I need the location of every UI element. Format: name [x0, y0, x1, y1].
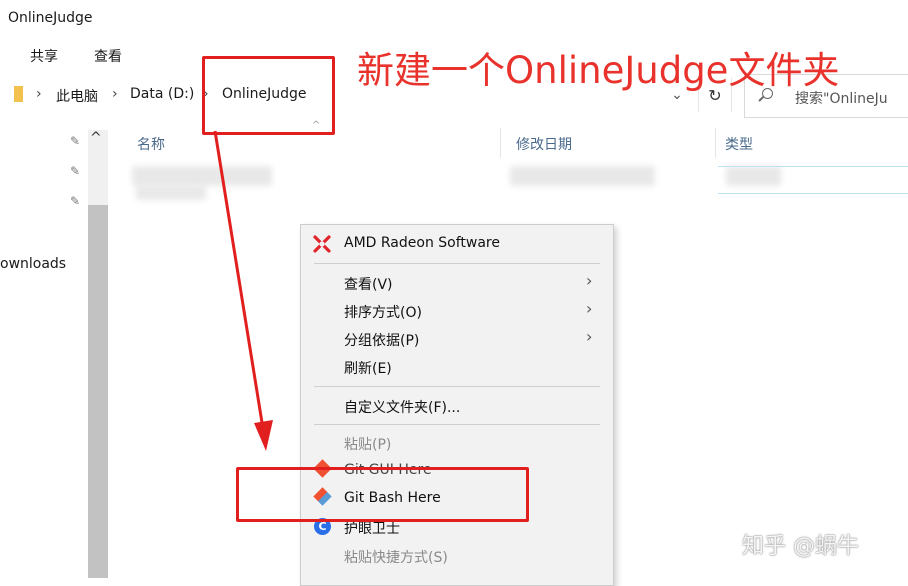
pin-icon[interactable]: ✎: [70, 134, 80, 148]
menu-item-paste: 粘贴(P): [344, 437, 392, 453]
pin-icon[interactable]: ✎: [70, 164, 80, 178]
ribbon-tab-view[interactable]: 查看: [94, 46, 122, 66]
menu-item-view[interactable]: 查看(V): [344, 274, 393, 294]
scroll-up-icon[interactable]: ^: [90, 130, 102, 146]
watermark: 知乎 @蜗牛: [742, 534, 859, 559]
breadcrumb-data-drive[interactable]: Data (D:): [130, 86, 194, 102]
file-name-blurred: [136, 186, 206, 200]
menu-item-amd-radeon[interactable]: AMD Radeon Software: [344, 235, 500, 251]
menu-item-paste-shortcut: 粘贴快捷方式(S): [344, 550, 448, 566]
file-type-blurred: [726, 166, 781, 186]
menu-item-sort-by[interactable]: 排序方式(O): [344, 302, 422, 322]
menu-separator: [314, 263, 600, 264]
column-header-date[interactable]: 修改日期: [516, 134, 572, 154]
breadcrumb-this-pc[interactable]: 此电脑: [56, 86, 98, 106]
nav-item-downloads[interactable]: ownloads: [0, 256, 66, 272]
amd-radeon-icon: [313, 235, 331, 253]
column-divider[interactable]: [715, 128, 716, 158]
window-title: OnlineJudge: [8, 10, 93, 26]
annotation-box-folder: [202, 56, 335, 135]
menu-item-customize-folder[interactable]: 自定义文件夹(F)...: [344, 397, 460, 417]
column-header-name[interactable]: 名称: [137, 134, 165, 154]
file-date-blurred: [510, 166, 655, 186]
menu-item-refresh[interactable]: 刷新(E): [344, 358, 392, 378]
menu-separator: [314, 424, 600, 425]
annotation-text: 新建一个OnlineJudge文件夹: [357, 49, 840, 92]
menu-item-group-by[interactable]: 分组依据(P): [344, 330, 419, 350]
column-divider[interactable]: [500, 128, 501, 158]
chevron-right-icon[interactable]: ›: [36, 86, 42, 102]
annotation-arrow: [213, 130, 273, 451]
column-header-type[interactable]: 类型: [725, 134, 753, 154]
annotation-box-git-bash: [236, 467, 529, 522]
pin-icon[interactable]: ✎: [70, 194, 80, 208]
menu-separator: [314, 386, 600, 387]
row-highlight-line: [718, 193, 908, 194]
submenu-arrow-icon: ›: [586, 299, 593, 318]
ribbon-tab-share[interactable]: 共享: [30, 46, 58, 66]
row-highlight-line: [718, 166, 908, 167]
nav-scrollbar-thumb[interactable]: [88, 205, 108, 578]
submenu-arrow-icon: ›: [586, 327, 593, 346]
folder-icon: [14, 86, 23, 102]
chevron-right-icon[interactable]: ›: [112, 86, 118, 102]
submenu-arrow-icon: ›: [586, 271, 593, 290]
